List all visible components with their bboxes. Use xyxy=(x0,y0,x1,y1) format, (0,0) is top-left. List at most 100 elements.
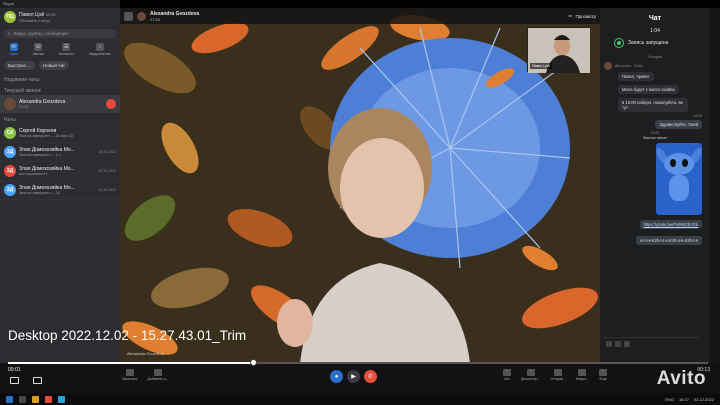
mic-settings-label: Микро... xyxy=(575,377,590,381)
list-item[interactable]: ЗД Злая Домохозяйка Мо... Звонок завершен… xyxy=(0,181,120,200)
tab-chats[interactable]: ✉ Чаты xyxy=(9,43,18,56)
add-user-label: Добавить у... xyxy=(147,377,169,381)
avatar xyxy=(137,11,146,21)
profile-name: Павел Цой xyxy=(19,11,45,18)
hang-up-icon: ✆ xyxy=(367,374,374,380)
share-screen-icon xyxy=(526,369,535,376)
tab-contacts[interactable]: ☰ Контакты xyxy=(59,43,74,56)
chat-preview: Звонок завершен — 31 xyxy=(19,191,60,195)
language-indicator[interactable]: ENG xyxy=(665,397,674,402)
captions-icon[interactable] xyxy=(33,377,42,384)
call-header: Alexandra Gvozdeva 27:42 ▭ Просмотр xyxy=(120,8,600,24)
folder-icon[interactable] xyxy=(32,395,39,403)
record-button[interactable]: Записать xyxy=(122,369,137,381)
video-name-label: Alexandra Gvozdeva xyxy=(127,351,165,356)
recording-status: Запись запущена xyxy=(600,34,710,52)
add-user-button[interactable]: Добавить у... xyxy=(147,369,169,381)
recent-chats-header[interactable]: Недавние чаты xyxy=(0,73,120,84)
tab-calls[interactable]: ☏ Звонки xyxy=(33,43,44,56)
message-bubble[interactable]: Павел, привет xyxy=(618,72,654,81)
list-item[interactable]: ЗД Злая Домохозяйка Мо... Звонок завершен… xyxy=(0,143,120,162)
quick-call-button[interactable]: Быстрое ... xyxy=(4,61,36,70)
status-update-link[interactable]: Обновить статус xyxy=(19,18,56,23)
call-started-event: Звонок начат xyxy=(642,135,668,140)
more-button[interactable]: Еще xyxy=(599,369,608,381)
start-icon[interactable] xyxy=(6,395,13,403)
message-composer[interactable] xyxy=(604,337,700,359)
search-placeholder: Люди, группы, сообщения xyxy=(13,31,68,36)
chat-panel: Чат 1:04 Запись запущена Сегодня Alexand… xyxy=(600,8,710,363)
more-icon xyxy=(599,369,608,376)
record-icon xyxy=(614,38,624,48)
message-bubble-out[interactable]: Здравствуйте, Окей xyxy=(655,120,702,129)
progress-knob[interactable] xyxy=(249,359,257,366)
mic-settings-button[interactable]: Микро... xyxy=(575,369,590,381)
current-call-duration: 27:42 xyxy=(19,105,29,109)
avatar: ЗД xyxy=(4,146,16,158)
self-video-preview[interactable]: Павел Цой xyxy=(527,27,590,73)
chat-panel-title: Чат xyxy=(648,14,662,22)
send-button[interactable]: Отправ... xyxy=(550,369,566,381)
video-file-caption: Desktop 2022.12.02 - 15.27.43.01_Trim xyxy=(8,328,247,343)
left-sidebar: Skype ПЦ Павел Цой 30,00 Обновить статус… xyxy=(0,0,120,363)
phone-icon: ☏ xyxy=(34,43,43,51)
microphone-icon: ● xyxy=(334,373,339,380)
tab-notifications-label: Уведомления xyxy=(88,52,111,56)
progress-bar[interactable] xyxy=(8,359,708,366)
end-call-button[interactable] xyxy=(106,99,116,109)
search-input[interactable]: ⌕ Люди, группы, сообщения xyxy=(4,29,116,38)
add-user-icon xyxy=(154,369,163,376)
screen-view-button[interactable]: ▭ Просмотр xyxy=(568,13,596,19)
emoji-icon[interactable] xyxy=(624,341,630,347)
chat-label: Чат xyxy=(504,377,510,381)
send-label: Отправ... xyxy=(550,377,566,381)
message-time: 14:46 xyxy=(633,64,643,68)
fullscreen-icon[interactable] xyxy=(10,377,19,384)
share-screen-button[interactable]: Демонстр... xyxy=(521,369,540,381)
chat-scrollbar[interactable] xyxy=(710,8,720,363)
search-icon[interactable] xyxy=(19,395,26,403)
screen-view-label: Просмотр xyxy=(575,13,596,19)
profile-card[interactable]: ПЦ Павел Цой 30,00 Обновить статус xyxy=(0,8,120,26)
hang-up-button[interactable]: ✆ xyxy=(364,370,377,383)
menu-icon[interactable] xyxy=(124,11,133,21)
taskbar: ENG 15:27 02.12.2022 xyxy=(0,393,720,405)
message-bubble-out[interactable]: s-t-t-s-Kzh-t-t-s-Kzh-s-k-Kzh-t-s xyxy=(635,236,702,245)
current-time: 00:01 xyxy=(8,367,21,373)
browser-icon[interactable] xyxy=(45,395,52,403)
chat-button[interactable]: Чат xyxy=(503,369,511,381)
chats-header: Чаты xyxy=(4,117,16,123)
record-label: Записать xyxy=(122,377,138,381)
profile-balance: 30,00 xyxy=(45,11,56,17)
shared-link[interactable]: https://youtu.be/PvtM0ZEzGk xyxy=(639,220,702,229)
clock-time[interactable]: 15:27 xyxy=(679,397,689,402)
contacts-icon: ☰ xyxy=(62,43,71,51)
list-item[interactable]: СК Сергей Корнеев Звонок завершен — 36 ми… xyxy=(0,124,120,143)
current-call-item[interactable]: Alexandra Gvozdeva 27:42 xyxy=(0,95,120,113)
profile-avatar[interactable]: ПЦ xyxy=(4,11,16,23)
camera-button[interactable]: ▶ xyxy=(347,370,360,383)
chat-icon xyxy=(503,369,511,376)
nav-tabs: ✉ Чаты ☏ Звонки ☰ Контакты ♪ Уведомления xyxy=(0,41,120,58)
share-screen-label: Демонстр... xyxy=(521,377,541,381)
skype-icon[interactable] xyxy=(58,395,65,403)
tab-notifications[interactable]: ♪ Уведомления xyxy=(89,43,111,56)
sticker-image[interactable] xyxy=(656,143,702,215)
attach-icon[interactable] xyxy=(615,341,621,347)
chat-preview: Звонок завершен — 36 мин 33 xyxy=(19,134,73,138)
tab-contacts-label: Контакты xyxy=(58,52,74,56)
tab-calls-label: Звонки xyxy=(32,52,44,56)
message-bubble[interactable]: в 15:00 наберн, пожалуйста, ве тут xyxy=(618,98,688,112)
clock-date[interactable]: 02.12.2022 xyxy=(694,397,714,402)
tab-chats-label: Чаты xyxy=(9,52,18,56)
bold-icon[interactable] xyxy=(606,341,612,347)
new-chat-button[interactable]: Новый чат xyxy=(39,61,69,70)
chat-list: СК Сергей Корнеев Звонок завершен — 36 ми… xyxy=(0,124,120,200)
screen-icon: ▭ xyxy=(568,13,573,18)
progress-fill xyxy=(8,362,253,364)
message-bubble[interactable]: Мила будет с моего скайпа xyxy=(618,85,679,94)
camera-icon: ▶ xyxy=(351,374,356,380)
date-divider: Сегодня xyxy=(647,55,663,59)
list-item[interactable]: ЗД Злая Домохозяйка Мо... все нормально? … xyxy=(0,162,120,181)
mic-button[interactable]: ● xyxy=(330,370,343,383)
